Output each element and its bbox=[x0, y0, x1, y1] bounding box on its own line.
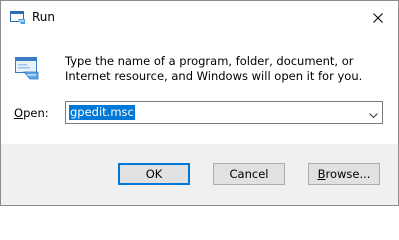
open-label-text: pen: bbox=[23, 106, 49, 120]
cancel-button[interactable]: Cancel bbox=[213, 163, 285, 185]
close-icon bbox=[373, 8, 383, 27]
browse-label-rest: rowse... bbox=[325, 167, 371, 181]
open-combobox[interactable]: gpedit.msc bbox=[65, 101, 383, 124]
browse-button[interactable]: Browse... bbox=[308, 163, 380, 185]
title-bar[interactable]: Run bbox=[1, 1, 398, 34]
dialog-description: Type the name of a program, folder, docu… bbox=[65, 54, 363, 83]
run-dialog: Run Type the name of a program, folder, … bbox=[0, 0, 399, 206]
close-button[interactable] bbox=[358, 1, 398, 34]
button-bar: OK Cancel Browse... bbox=[1, 144, 398, 205]
combo-dropdown-button[interactable] bbox=[364, 102, 382, 123]
run-app-icon bbox=[10, 10, 26, 24]
chevron-down-icon bbox=[368, 103, 378, 122]
browse-mnemonic: B bbox=[317, 167, 326, 181]
window-title: Run bbox=[32, 10, 56, 24]
dialog-content: Type the name of a program, folder, docu… bbox=[1, 34, 398, 144]
open-label-mnemonic: O bbox=[14, 106, 24, 120]
open-label: Open: bbox=[14, 106, 49, 120]
open-input-value[interactable]: gpedit.msc bbox=[69, 105, 135, 120]
run-dialog-icon bbox=[14, 56, 40, 80]
ok-button[interactable]: OK bbox=[118, 163, 190, 185]
